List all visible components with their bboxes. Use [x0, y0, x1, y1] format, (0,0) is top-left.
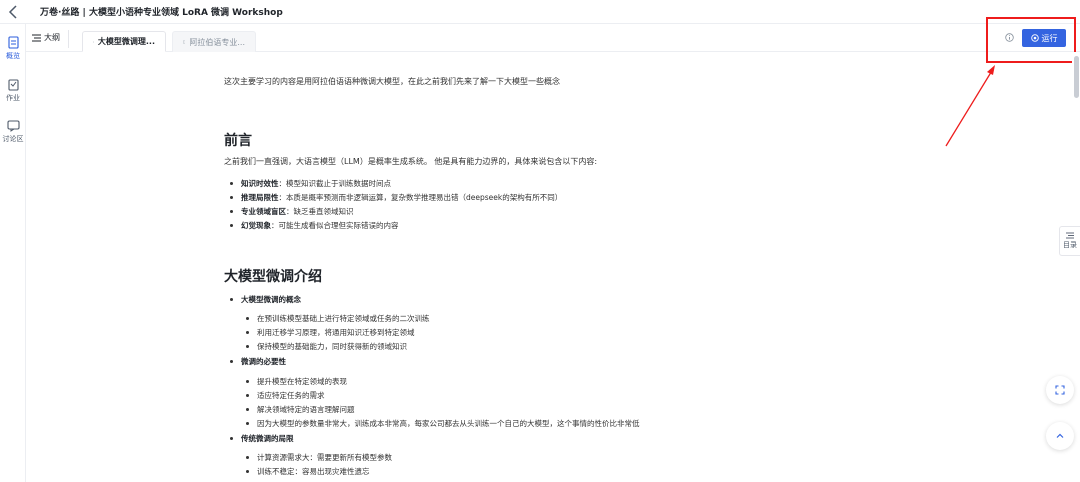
- tab-label: 大模型微调理...: [97, 37, 155, 46]
- toc-button[interactable]: 目录: [1059, 226, 1080, 256]
- section-heading: 前言: [224, 133, 252, 149]
- list-item: 幻觉现象 ：可能生成看似合理但实际错误的内容: [230, 220, 399, 231]
- chat-icon: [6, 120, 20, 132]
- document-content: 这次主要学习的内容是用阿拉伯语语种微调大模型，在此之前我们先来了解一下大模型一些…: [224, 52, 1064, 482]
- list-item: 训练不稳定：容易出现灾难性遗忘: [246, 466, 370, 477]
- left-rail: 概览 作业 讨论区: [0, 24, 26, 482]
- list-item: 传统微调的局限: [230, 433, 294, 444]
- list-item: 微调的必要性: [230, 356, 286, 367]
- list-item: 提升模型在特定领域的表现: [246, 376, 347, 387]
- chevron-left-icon: [8, 5, 17, 19]
- document-icon: [7, 36, 19, 49]
- section-heading: 大模型微调介绍: [224, 269, 322, 285]
- scrollbar-thumb[interactable]: [1074, 56, 1079, 98]
- list-item: 专业领域盲区 ：缺乏垂直领域知识: [230, 206, 354, 217]
- list-item: 利用迁移学习原理，将通用知识迁移到特定领域: [246, 327, 415, 338]
- list-icon: [32, 34, 41, 41]
- list-item: 适应特定任务的需求: [246, 390, 325, 401]
- file-icon: [183, 40, 186, 44]
- app-title: 万卷·丝路 | 大模型小语种专业领域 LoRA 微调 Workshop: [40, 8, 283, 18]
- rail-label: 作业: [6, 94, 20, 102]
- top-bar: 万卷·丝路 | 大模型小语种专业领域 LoRA 微调 Workshop: [0, 0, 1080, 24]
- assignment-icon: [7, 79, 19, 91]
- list-item: 解决领域特定的语言理解问题: [246, 404, 355, 415]
- outline-label: 大纲: [44, 33, 60, 42]
- list-item: 知识时效性 ：模型知识截止于训练数据时间点: [230, 178, 391, 189]
- play-circle-icon: [1030, 34, 1039, 42]
- tab-label: 阿拉伯语专业...: [189, 37, 245, 47]
- tab-bar: 大纲 大模型微调理... 阿拉伯语专业... 运行: [26, 24, 1080, 52]
- info-icon[interactable]: [1005, 33, 1014, 42]
- chevron-up-icon: [1056, 433, 1064, 438]
- rail-item-discussion[interactable]: 讨论区: [0, 119, 26, 144]
- list-item: 推理局限性 ：本质是概率预测而非逻辑运算，复杂数学推理易出错（deepseek的架…: [230, 192, 562, 203]
- scrollbar-track[interactable]: [1072, 52, 1080, 482]
- rail-item-assignment[interactable]: 作业: [0, 78, 26, 103]
- expand-icon: [1055, 385, 1065, 395]
- section-paragraph: 之前我们一直强调，大语言模型（LLM）是概率生成系统。 他是具有能力边界的，具体…: [224, 157, 598, 166]
- list-icon: [1066, 232, 1074, 239]
- tab-llm-finetune[interactable]: 大模型微调理...: [82, 31, 166, 52]
- run-button[interactable]: 运行: [1022, 29, 1066, 47]
- fullscreen-button[interactable]: [1046, 376, 1074, 404]
- divider: [68, 30, 69, 48]
- toc-label: 目录: [1063, 241, 1077, 249]
- back-button[interactable]: [4, 2, 22, 22]
- back-to-top-button[interactable]: [1046, 422, 1074, 450]
- file-icon: [93, 41, 94, 42]
- list-item: 大模型微调的概念: [230, 294, 301, 305]
- rail-label: 讨论区: [2, 135, 24, 143]
- tab-arabic-domain[interactable]: 阿拉伯语专业...: [172, 31, 256, 52]
- intro-text: 这次主要学习的内容是用阿拉伯语语种微调大模型，在此之前我们先来了解一下大模型一些…: [224, 77, 560, 86]
- outline-button[interactable]: 大纲: [32, 32, 60, 43]
- list-item: 在预训练模型基础上进行特定领域或任务的二次训练: [246, 313, 430, 324]
- rail-label: 概览: [6, 52, 20, 60]
- list-item: 因为大模型的参数量非常大，训练成本非常高，每家公司都去从头训练一个自己的大模型，…: [246, 418, 640, 429]
- run-label: 运行: [1041, 33, 1058, 43]
- list-item: 计算资源需求大：需要更新所有模型参数: [246, 452, 392, 463]
- rail-item-overview[interactable]: 概览: [0, 36, 26, 61]
- list-item: 保持模型的基础能力，同时获得新的领域知识: [246, 341, 407, 352]
